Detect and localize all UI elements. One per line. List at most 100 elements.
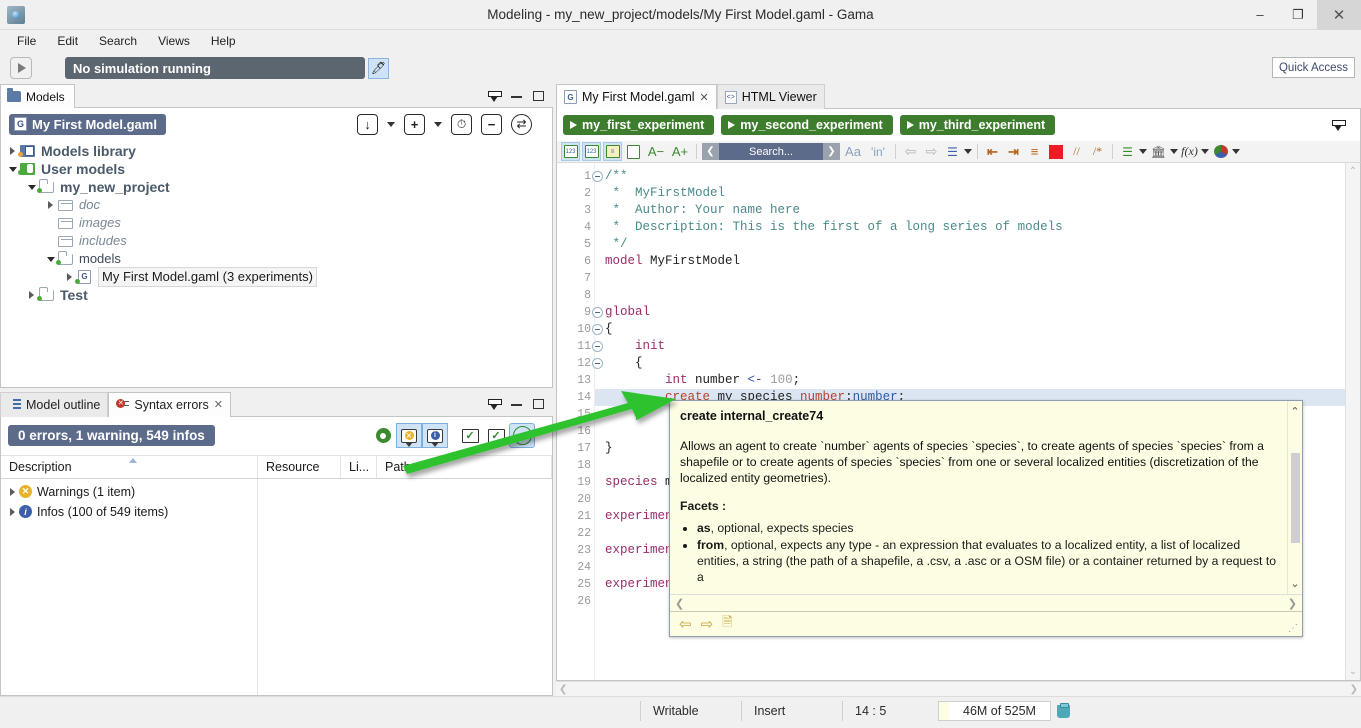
whole-word-icon[interactable]: 'in'	[866, 142, 890, 161]
editor-horizontal-scrollbar[interactable]: ❮ ❯	[556, 681, 1361, 696]
outline-list-icon[interactable]: ☰	[943, 142, 962, 161]
scroll-left-icon[interactable]: ❮	[559, 684, 567, 695]
insert-color-icon[interactable]	[1211, 142, 1230, 161]
navigate-forward-icon[interactable]: ⇨	[922, 142, 941, 161]
block-comment-icon[interactable]: /*	[1088, 142, 1107, 161]
toggle-overview-icon[interactable]: ≡	[603, 142, 622, 161]
insert-template-icon[interactable]: ☰	[1118, 142, 1137, 161]
maximize-icon[interactable]	[533, 91, 544, 101]
nav-back-icon[interactable]: ⇦	[679, 615, 692, 633]
code-line[interactable]: * MyFirstModel	[595, 185, 1345, 202]
scroll-right-icon[interactable]: ❯	[1288, 597, 1297, 610]
history-icon[interactable]: ⏱	[451, 113, 472, 135]
code-line[interactable]: int number <- 100;	[595, 372, 1345, 389]
markers-rows[interactable]: ✕ Warnings (1 item) i Infos (100 of 549 ite…	[1, 478, 258, 695]
search-input[interactable]: Search...	[719, 143, 823, 160]
code-editor[interactable]: 1 2 3 4 5 6 7 8 9 10 11 12 13 14 15 16 17 18 19 20 21 22 23 24 2…	[556, 163, 1361, 681]
view-menu-icon[interactable]	[1332, 119, 1346, 131]
code-line[interactable]: * Author: Your name here	[595, 202, 1345, 219]
restore-icon[interactable]	[488, 398, 502, 410]
tree-item[interactable]: Test	[1, 286, 552, 304]
pencil-icon[interactable]: 🖊	[368, 57, 389, 79]
quick-access-input[interactable]: Quick Access	[1272, 57, 1355, 78]
tab-my-first-model[interactable]: G My First Model.gaml ✕	[556, 84, 717, 109]
chevron-down-icon[interactable]	[7, 166, 18, 172]
code-line[interactable]	[595, 287, 1345, 304]
shift-left-icon[interactable]: ⇤	[983, 142, 1002, 161]
close-icon[interactable]: ✕	[214, 398, 223, 411]
tree-item[interactable]: my_new_project	[1, 178, 552, 196]
tab-syntax-errors[interactable]: ✕ Syntax errors ✕	[108, 391, 231, 417]
word-wrap-icon[interactable]	[624, 142, 643, 161]
settings-gear-icon[interactable]	[370, 423, 396, 448]
template-chevron-down-icon[interactable]	[1139, 149, 1147, 154]
refresh-icon[interactable]: ⇄	[511, 113, 532, 135]
chevron-right-icon[interactable]	[7, 147, 18, 155]
code-line[interactable]: init	[595, 338, 1345, 355]
import-chevron-down-icon[interactable]	[387, 121, 395, 127]
tab-html-viewer[interactable]: <> HTML Viewer	[716, 84, 825, 109]
column-line[interactable]: Li...	[341, 455, 377, 478]
menu-search[interactable]: Search	[90, 32, 146, 50]
scroll-up-icon[interactable]: ⌃	[1290, 405, 1299, 418]
code-line[interactable]: {	[595, 355, 1345, 372]
column-description[interactable]: Description	[1, 455, 258, 478]
table-row[interactable]: ✕ Warnings (1 item)	[1, 482, 257, 502]
memory-monitor[interactable]: 46M of 525M	[938, 700, 1051, 721]
models-tree[interactable]: Models library User models my_new_project d…	[1, 140, 552, 304]
code-line[interactable]: global	[595, 304, 1345, 321]
menu-edit[interactable]: Edit	[48, 32, 87, 50]
scroll-up-icon[interactable]: ⌃	[1349, 166, 1357, 177]
tree-item[interactable]: doc	[1, 196, 552, 214]
chevron-right-icon[interactable]	[45, 201, 56, 209]
operator-chevron-down-icon[interactable]	[1201, 149, 1209, 154]
match-case-icon[interactable]: Aa	[842, 142, 864, 161]
resize-grip-icon[interactable]: ⋰	[1288, 623, 1299, 634]
code-line[interactable]: {	[595, 321, 1345, 338]
insert-operator-icon[interactable]: f(x)	[1180, 142, 1199, 161]
menu-views[interactable]: Views	[149, 32, 199, 50]
nav-forward-icon[interactable]: ⇨	[701, 615, 714, 633]
table-row[interactable]: i Infos (100 of 549 items)	[1, 502, 257, 522]
navigate-back-icon[interactable]: ⇦	[901, 142, 920, 161]
selected-model-chip[interactable]: G My First Model.gaml	[9, 113, 166, 135]
decrease-font-icon[interactable]: A−	[645, 142, 667, 161]
experiment-button-third[interactable]: my_third_experiment	[899, 115, 1056, 135]
chevron-right-icon[interactable]	[5, 507, 19, 516]
color-picker-icon[interactable]	[1046, 142, 1065, 161]
open-doc-icon[interactable]: 🗎	[722, 613, 732, 635]
tree-item[interactable]: Models library	[1, 142, 552, 160]
play-icon[interactable]	[10, 57, 32, 79]
scroll-down-icon[interactable]: ⌄	[1290, 577, 1299, 590]
find-next-icon[interactable]: ❯	[823, 143, 840, 160]
minimize-button[interactable]: –	[1241, 0, 1279, 30]
chevron-down-icon[interactable]	[45, 256, 56, 262]
find-previous-icon[interactable]: ❮	[702, 143, 719, 160]
tab-model-outline[interactable]: Model outline	[0, 391, 109, 417]
show-infos-icon[interactable]: i	[422, 423, 448, 448]
restore-icon[interactable]	[488, 90, 502, 102]
code-line[interactable]: model MyFirstModel	[595, 253, 1345, 270]
tree-item[interactable]: models	[1, 250, 552, 268]
documentation-tooltip[interactable]: create internal_create74 Allows an agent…	[669, 400, 1303, 637]
outline-chevron-down-icon[interactable]	[964, 149, 972, 154]
format-icon[interactable]: ≡	[1025, 142, 1044, 161]
toggle-line-numbers-icon[interactable]: 123	[561, 142, 580, 161]
show-warnings-icon[interactable]: ✕	[396, 423, 422, 448]
tree-item[interactable]: G My First Model.gaml (3 experiments)	[1, 267, 552, 287]
close-button[interactable]: ✕	[1317, 0, 1361, 30]
tree-item[interactable]: images	[1, 214, 552, 232]
menu-file[interactable]: File	[8, 32, 45, 50]
scroll-right-icon[interactable]: ❯	[1350, 684, 1358, 695]
chevron-right-icon[interactable]	[64, 273, 75, 281]
color-chevron-down-icon[interactable]	[1232, 149, 1240, 154]
code-line[interactable]: */	[595, 236, 1345, 253]
editor-vertical-scrollbar[interactable]: ⌃ ⌄	[1345, 163, 1360, 680]
import-models-icon[interactable]: ↓	[357, 113, 378, 135]
scroll-left-icon[interactable]: ❮	[675, 597, 684, 610]
tree-item[interactable]: User models	[1, 160, 552, 178]
scope-any-icon[interactable]: ✓	[509, 423, 535, 448]
toggle-markers-icon[interactable]: 123	[582, 142, 601, 161]
minimize-icon[interactable]	[511, 95, 522, 98]
maximize-icon[interactable]	[533, 399, 544, 409]
